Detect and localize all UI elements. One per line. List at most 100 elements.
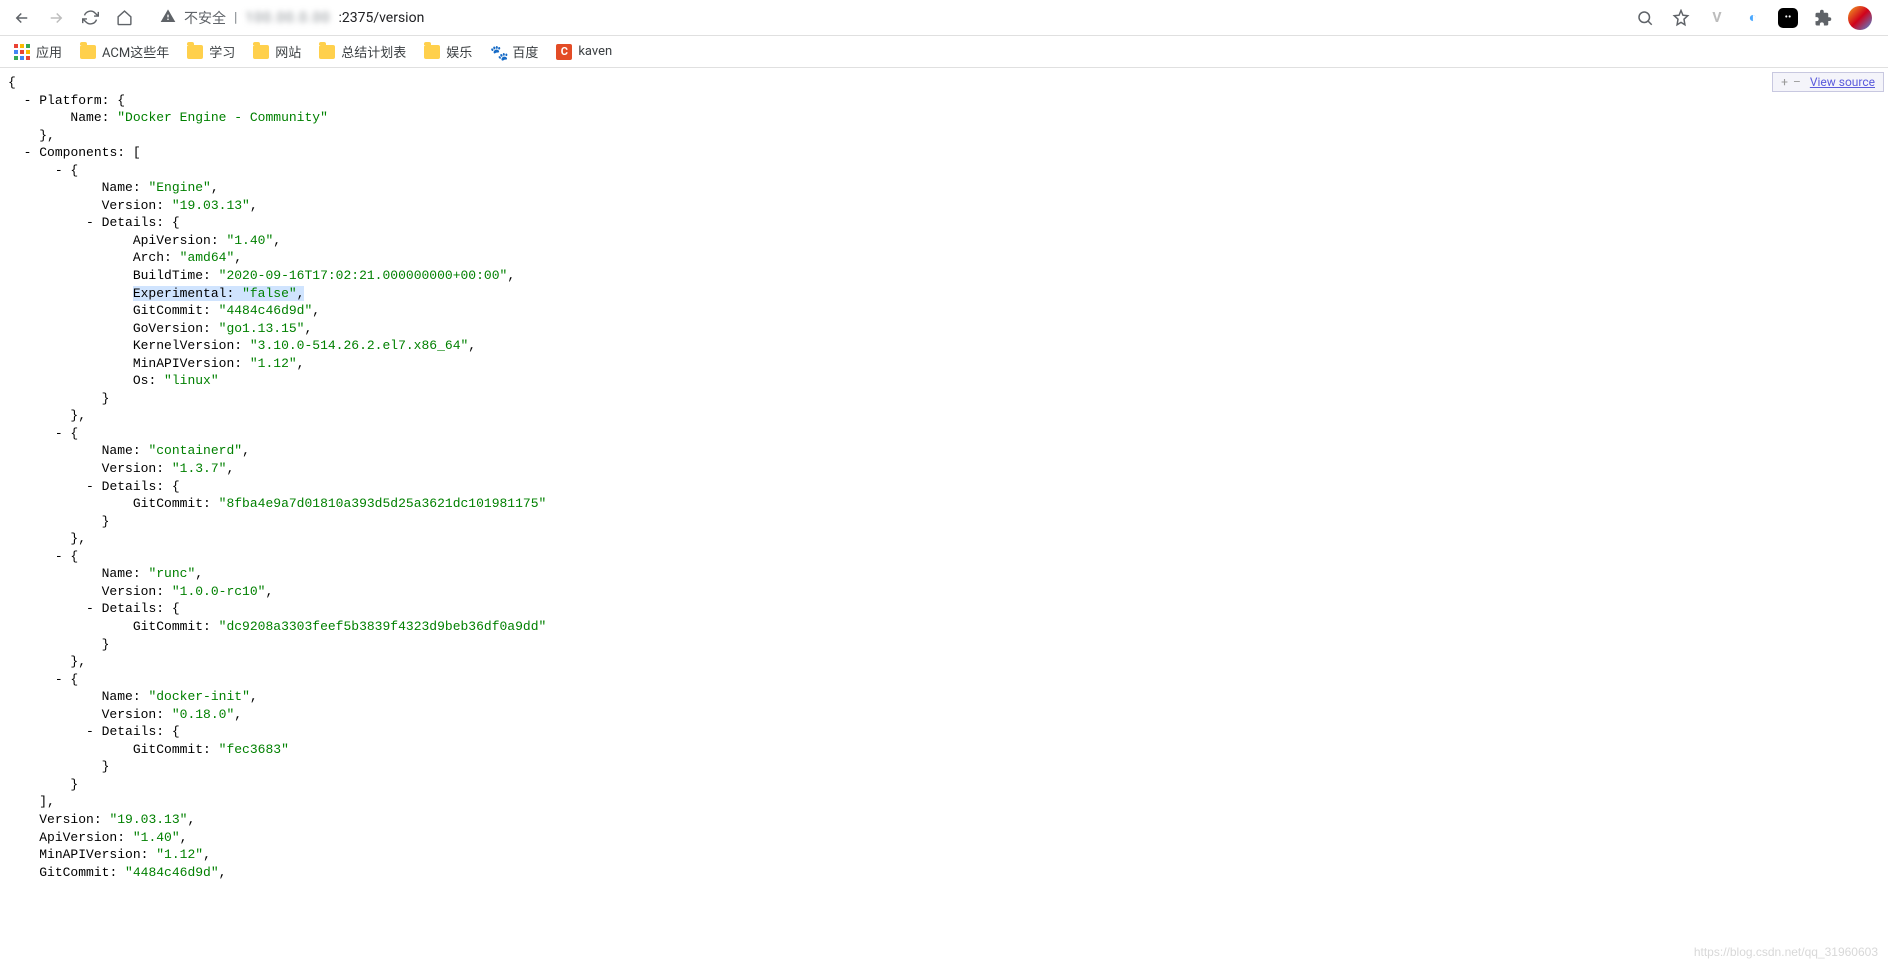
- bookmark-folder-fun[interactable]: 娱乐: [424, 42, 472, 61]
- collapse-toggle[interactable]: -: [24, 93, 32, 108]
- bookmark-label: 娱乐: [446, 42, 472, 61]
- url-separator: |: [234, 10, 237, 26]
- collapse-toggle[interactable]: -: [24, 145, 32, 160]
- folder-icon: [253, 45, 269, 59]
- json-value: "0.18.0": [172, 707, 234, 722]
- expand-all-icon[interactable]: +: [1781, 75, 1788, 89]
- json-value: "1.40": [226, 233, 273, 248]
- insecure-icon: [160, 8, 176, 28]
- json-key: ApiVersion: [133, 233, 211, 248]
- bookmark-folder-sites[interactable]: 网站: [253, 42, 301, 61]
- collapse-toggle[interactable]: -: [55, 672, 63, 687]
- bookmark-label: ACM这些年: [102, 42, 169, 61]
- json-value: "3.10.0-514.26.2.el7.x86_64": [250, 338, 468, 353]
- json-key: Details: [102, 724, 157, 739]
- collapse-toggle[interactable]: -: [86, 479, 94, 494]
- extensions-puzzle-icon[interactable]: [1812, 7, 1834, 29]
- view-source-link[interactable]: View source: [1810, 75, 1875, 89]
- watermark-text: https://blog.csdn.net/qq_31960603: [1694, 945, 1878, 959]
- json-value: "containerd": [148, 443, 242, 458]
- apps-grid-icon: [14, 44, 30, 60]
- bookmarks-bar: 应用 ACM这些年 学习 网站 总结计划表 娱乐 🐾百度 Ckaven: [0, 36, 1888, 68]
- folder-icon: [424, 45, 440, 59]
- bookmark-kaven[interactable]: Ckaven: [556, 44, 612, 60]
- json-value: "false": [242, 286, 297, 301]
- folder-icon: [80, 45, 96, 59]
- json-key: BuildTime: [133, 268, 203, 283]
- json-value: "fec3683": [219, 742, 289, 757]
- folder-icon: [319, 45, 335, 59]
- bookmark-label: 学习: [209, 42, 235, 61]
- json-value: "4484c46d9d": [219, 303, 313, 318]
- json-key: Version: [102, 707, 157, 722]
- json-key: Details: [102, 479, 157, 494]
- json-key: Components: [39, 145, 117, 160]
- json-key: Version: [102, 461, 157, 476]
- collapse-toggle[interactable]: -: [86, 724, 94, 739]
- bookmark-folder-summary[interactable]: 总结计划表: [319, 42, 406, 61]
- bookmark-star-icon[interactable]: [1670, 7, 1692, 29]
- json-key: GitCommit: [133, 619, 203, 634]
- extension-spinner-icon[interactable]: ◐: [1742, 7, 1764, 29]
- json-key: Platform: [39, 93, 101, 108]
- json-value: "Engine": [148, 180, 210, 195]
- json-key: GitCommit: [133, 742, 203, 757]
- back-button[interactable]: [8, 4, 36, 32]
- collapse-toggle[interactable]: -: [55, 163, 63, 178]
- collapse-toggle[interactable]: -: [86, 601, 94, 616]
- json-value: "19.03.13": [172, 198, 250, 213]
- json-key: Version: [39, 812, 94, 827]
- apps-label: 应用: [36, 42, 62, 61]
- forward-button[interactable]: [42, 4, 70, 32]
- zoom-icon[interactable]: [1634, 7, 1656, 29]
- json-key: Name: [102, 180, 133, 195]
- baidu-paw-icon: 🐾: [490, 44, 506, 60]
- collapse-toggle[interactable]: -: [55, 426, 63, 441]
- bookmark-folder-acm[interactable]: ACM这些年: [80, 42, 169, 61]
- json-key: Version: [102, 584, 157, 599]
- json-key: MinAPIVersion: [133, 356, 234, 371]
- json-value: "2020-09-16T17:02:21.000000000+00:00": [219, 268, 508, 283]
- json-key: ApiVersion: [39, 830, 117, 845]
- json-key: Name: [102, 443, 133, 458]
- extension-v-icon[interactable]: V: [1706, 7, 1728, 29]
- profile-avatar[interactable]: [1848, 6, 1872, 30]
- url-host-blurred: 100.00.0.00: [245, 10, 330, 26]
- address-bar[interactable]: 不安全 | 100.00.0.00:2375/version: [150, 4, 434, 32]
- json-value: "1.0.0-rc10": [172, 584, 266, 599]
- json-value: "Docker Engine - Community": [117, 110, 328, 125]
- json-value: "1.40": [133, 830, 180, 845]
- json-value: "dc9208a3303feef5b3839f4323d9beb36df0a9d…: [219, 619, 547, 634]
- apps-shortcut[interactable]: 应用: [14, 42, 62, 61]
- collapse-toggle[interactable]: -: [55, 549, 63, 564]
- json-value: "1.12": [250, 356, 297, 371]
- reload-button[interactable]: [76, 4, 104, 32]
- json-key: GitCommit: [133, 303, 203, 318]
- json-key: Details: [102, 601, 157, 616]
- json-value: "runc": [148, 566, 195, 581]
- json-value: "1.12": [156, 847, 203, 862]
- extension-box-icon[interactable]: ••: [1778, 8, 1798, 28]
- bookmark-baidu[interactable]: 🐾百度: [490, 42, 538, 61]
- bookmark-folder-study[interactable]: 学习: [187, 42, 235, 61]
- json-viewer: { - Platform: { Name: "Docker Engine - C…: [0, 68, 1888, 881]
- url-path: :2375/version: [338, 10, 424, 26]
- json-value: "amd64": [180, 250, 235, 265]
- collapse-all-icon[interactable]: –: [1793, 75, 1801, 89]
- collapse-toggle[interactable]: -: [86, 215, 94, 230]
- json-key: Name: [102, 689, 133, 704]
- json-value: "8fba4e9a7d01810a393d5d25a3621dc10198117…: [219, 496, 547, 511]
- json-key: Arch: [133, 250, 164, 265]
- browser-toolbar: 不安全 | 100.00.0.00:2375/version V ◐ ••: [0, 0, 1888, 36]
- json-value: "4484c46d9d": [125, 865, 219, 880]
- bookmark-label: 总结计划表: [341, 42, 406, 61]
- json-key: MinAPIVersion: [39, 847, 140, 862]
- home-button[interactable]: [110, 4, 138, 32]
- bookmark-label: kaven: [578, 44, 612, 59]
- json-key: Name: [102, 566, 133, 581]
- json-key: Details: [102, 215, 157, 230]
- json-key: GoVersion: [133, 321, 203, 336]
- json-value: "1.3.7": [172, 461, 227, 476]
- folder-icon: [187, 45, 203, 59]
- json-key: GitCommit: [39, 865, 109, 880]
